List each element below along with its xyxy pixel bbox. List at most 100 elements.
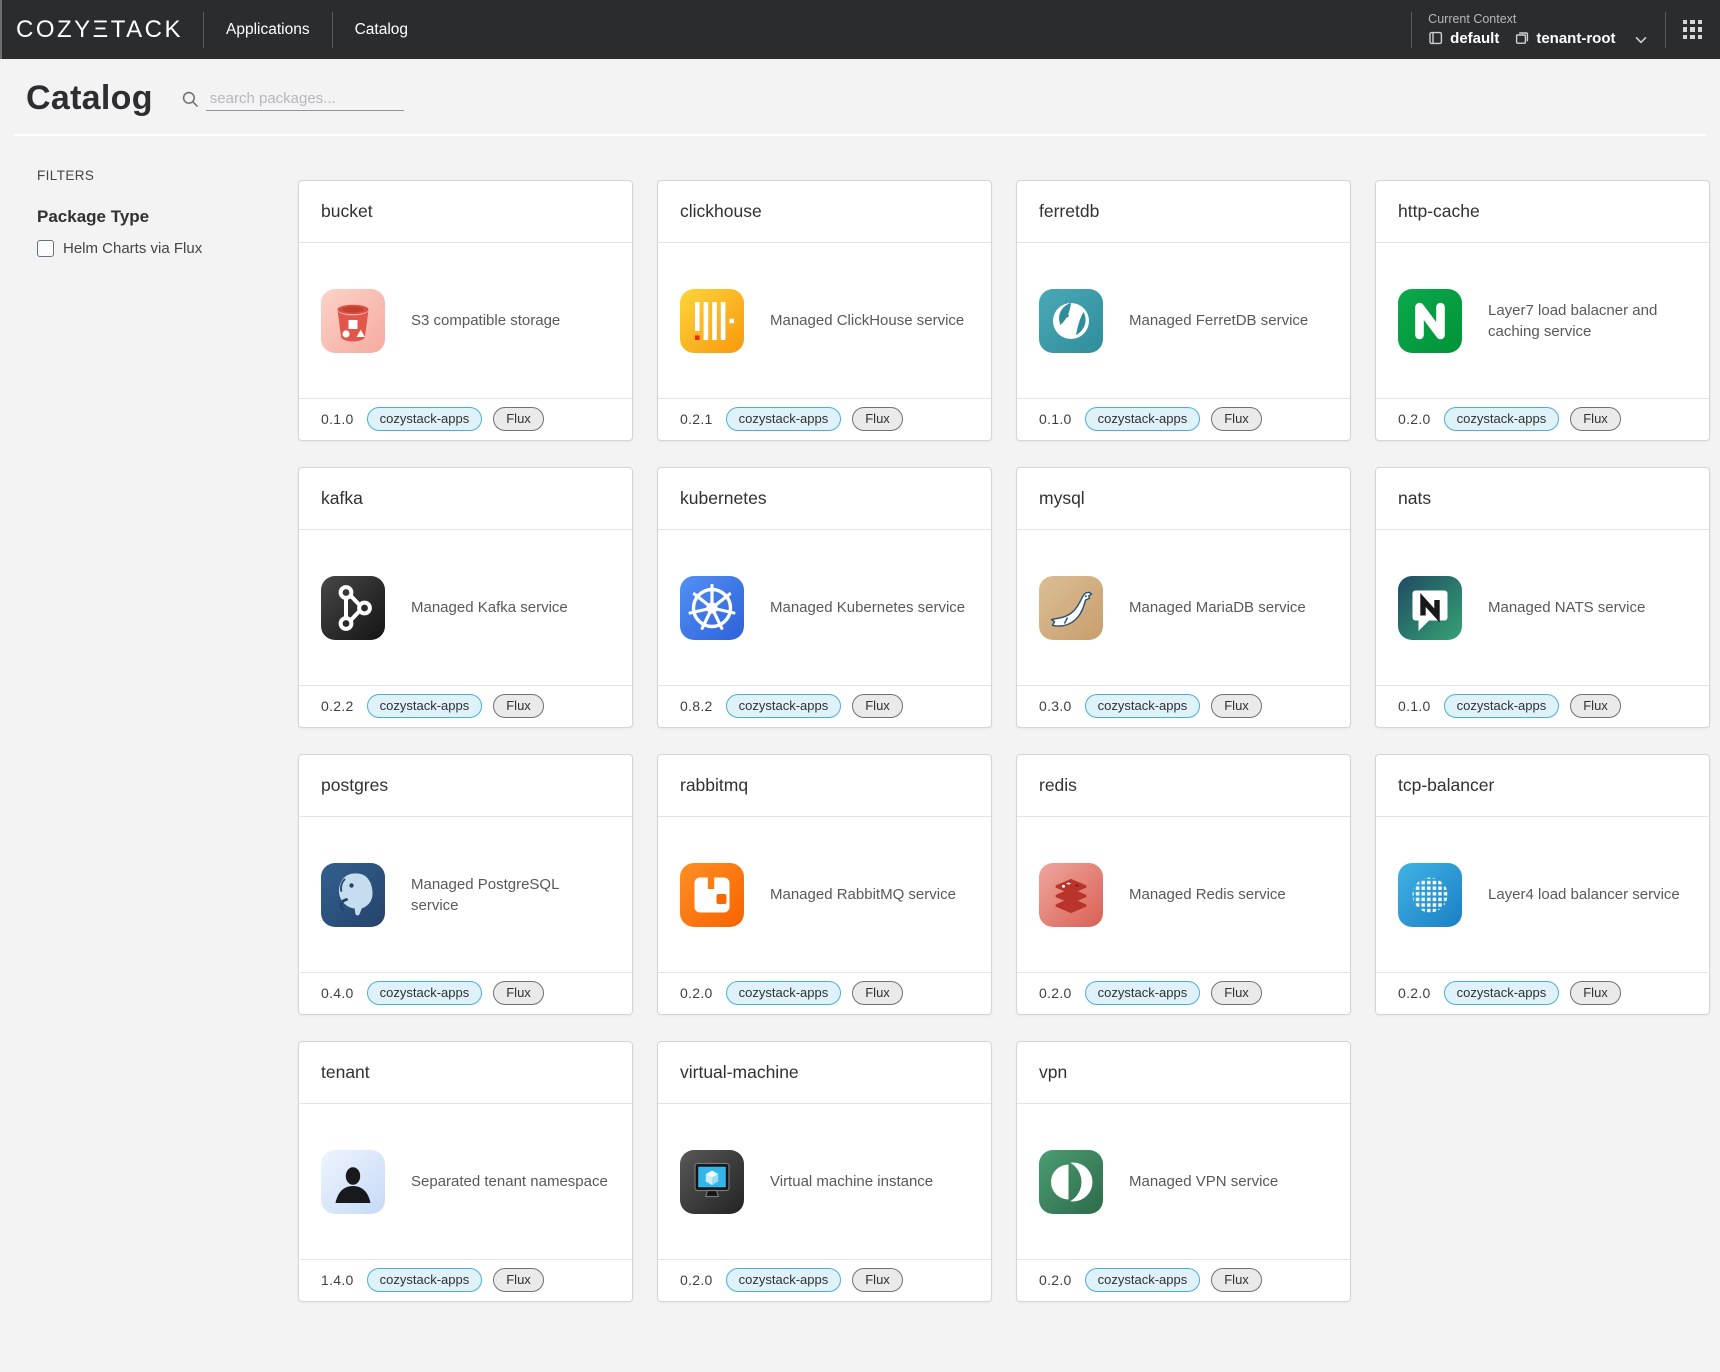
version-label: 0.2.0: [1039, 985, 1072, 1001]
grid-icon: [1683, 20, 1703, 40]
card-body: Managed VPN service: [1017, 1104, 1350, 1259]
filter-option-helm-charts-via-flux[interactable]: Helm Charts via Flux: [37, 240, 278, 257]
card-description: Layer4 load balancer service: [1488, 884, 1680, 905]
card-body: Separated tenant namespace: [299, 1104, 632, 1259]
badge-flux[interactable]: Flux: [1211, 694, 1262, 718]
card-footer: 0.1.0 cozystack-apps Flux: [299, 398, 632, 440]
app-launcher-button[interactable]: [1666, 20, 1720, 40]
card-bucket[interactable]: bucketS3 compatible storage0.1.0cozystac…: [298, 180, 633, 441]
search-input[interactable]: [206, 87, 404, 111]
nav-item-catalog[interactable]: Catalog: [333, 21, 430, 39]
nav-item-applications[interactable]: Applications: [204, 21, 332, 39]
badge-cozystack-apps[interactable]: cozystack-apps: [367, 694, 483, 718]
card-virtual-machine[interactable]: virtual-machineVirtual machine instance0…: [657, 1041, 992, 1302]
version-label: 0.1.0: [321, 411, 354, 427]
context-switcher[interactable]: Current Context default tenant-root: [1412, 12, 1664, 48]
card-title: postgres: [299, 755, 632, 817]
badge-cozystack-apps[interactable]: cozystack-apps: [1444, 981, 1560, 1005]
version-label: 0.1.0: [1398, 698, 1431, 714]
card-body: Managed Kubernetes service: [658, 530, 991, 685]
user-icon: [321, 1150, 385, 1214]
badge-flux[interactable]: Flux: [1211, 1268, 1262, 1292]
version-label: 0.1.0: [1039, 411, 1072, 427]
card-postgres[interactable]: postgresManaged PostgreSQL service0.4.0c…: [298, 754, 633, 1015]
card-description: Layer7 load balacner and caching service: [1488, 300, 1687, 342]
card-kubernetes[interactable]: kubernetesManaged Kubernetes service0.8.…: [657, 467, 992, 728]
badge-flux[interactable]: Flux: [1570, 407, 1621, 431]
chevron-down-icon[interactable]: [1633, 32, 1649, 48]
badge-cozystack-apps[interactable]: cozystack-apps: [367, 407, 483, 431]
badge-cozystack-apps[interactable]: cozystack-apps: [726, 694, 842, 718]
card-footer: 0.1.0 cozystack-apps Flux: [1376, 685, 1709, 727]
nats-icon: [1398, 576, 1462, 640]
card-footer: 0.2.0 cozystack-apps Flux: [1017, 972, 1350, 1014]
card-footer: 0.3.0cozystack-appsFlux: [1017, 685, 1350, 727]
card-mysql[interactable]: mysqlManaged MariaDB service0.3.0cozysta…: [1016, 467, 1351, 728]
card-kafka[interactable]: kafkaManaged Kafka service0.2.2cozystack…: [298, 467, 633, 728]
topbar-left-accent: [0, 0, 2, 59]
badge-cozystack-apps[interactable]: cozystack-apps: [367, 1268, 483, 1292]
badge-cozystack-apps[interactable]: cozystack-apps: [1085, 407, 1201, 431]
badge-flux[interactable]: Flux: [1570, 694, 1621, 718]
badge-flux[interactable]: Flux: [493, 1268, 544, 1292]
badge-cozystack-apps[interactable]: cozystack-apps: [1085, 1268, 1201, 1292]
badge-cozystack-apps[interactable]: cozystack-apps: [1085, 981, 1201, 1005]
card-tcp-balancer[interactable]: tcp-balancerLayer4 load balancer service…: [1375, 754, 1710, 1015]
postgres-elephant-icon: [321, 863, 385, 927]
badge-flux[interactable]: Flux: [1211, 407, 1262, 431]
badge-flux[interactable]: Flux: [852, 407, 903, 431]
ferretdb-icon: [1039, 289, 1103, 353]
filters-heading: FILTERS: [37, 168, 278, 183]
card-rabbitmq[interactable]: rabbitmqManaged RabbitMQ service0.2.0coz…: [657, 754, 992, 1015]
badge-cozystack-apps[interactable]: cozystack-apps: [1444, 407, 1560, 431]
badge-flux[interactable]: Flux: [852, 981, 903, 1005]
card-tenant[interactable]: tenantSeparated tenant namespace1.4.0coz…: [298, 1041, 633, 1302]
context-label: Current Context: [1428, 12, 1648, 26]
card-body: Managed RabbitMQ service: [658, 817, 991, 972]
card-title: nats: [1376, 468, 1709, 530]
card-nats[interactable]: natsManaged NATS service 0.1.0 cozystack-a…: [1375, 467, 1710, 728]
badge-flux[interactable]: Flux: [852, 1268, 903, 1292]
card-description: Managed PostgreSQL service: [411, 874, 610, 916]
card-ferretdb[interactable]: ferretdbManaged FerretDB service0.1.0coz…: [1016, 180, 1351, 441]
context-cluster: default: [1450, 30, 1499, 47]
card-description: Managed Kafka service: [411, 597, 568, 618]
badge-cozystack-apps[interactable]: cozystack-apps: [1444, 694, 1560, 718]
card-footer: 0.2.0cozystack-appsFlux: [658, 1259, 991, 1301]
badge-flux[interactable]: Flux: [852, 694, 903, 718]
cozystack-logo[interactable]: COZYΞTACK: [0, 16, 203, 44]
card-description: Managed FerretDB service: [1129, 310, 1308, 331]
badge-cozystack-apps[interactable]: cozystack-apps: [726, 1268, 842, 1292]
card-footer: 0.1.0 cozystack-apps Flux: [1017, 398, 1350, 440]
badge-cozystack-apps[interactable]: cozystack-apps: [726, 407, 842, 431]
card-clickhouse[interactable]: clickhouseManaged ClickHouse service0.2.…: [657, 180, 992, 441]
version-label: 0.2.0: [680, 985, 713, 1001]
card-title: redis: [1017, 755, 1350, 817]
badge-flux[interactable]: Flux: [493, 694, 544, 718]
badge-cozystack-apps[interactable]: cozystack-apps: [367, 981, 483, 1005]
card-body: Managed Redis service: [1017, 817, 1350, 972]
top-navigation-bar: COZYΞTACK Applications Catalog Current C…: [0, 0, 1720, 59]
cluster-icon: [1428, 30, 1444, 46]
card-body: Managed FerretDB service: [1017, 243, 1350, 398]
badge-flux[interactable]: Flux: [493, 407, 544, 431]
tenant-icon: [1514, 30, 1530, 46]
badge-flux[interactable]: Flux: [493, 981, 544, 1005]
helm-flux-checkbox[interactable]: [37, 240, 54, 257]
card-description: Managed Redis service: [1129, 884, 1286, 905]
badge-cozystack-apps[interactable]: cozystack-apps: [1085, 694, 1201, 718]
card-footer: 0.8.2cozystack-appsFlux: [658, 685, 991, 727]
card-title: mysql: [1017, 468, 1350, 530]
mariadb-seal-icon: [1039, 576, 1103, 640]
badge-flux[interactable]: Flux: [1211, 981, 1262, 1005]
filter-group-title: Package Type: [37, 207, 278, 227]
card-redis[interactable]: redis Managed Redis service 0.2.0 cozystack…: [1016, 754, 1351, 1015]
card-footer: 0.2.2cozystack-appsFlux: [299, 685, 632, 727]
rabbitmq-icon: [680, 863, 744, 927]
card-body: Managed Kafka service: [299, 530, 632, 685]
card-http-cache[interactable]: http-cacheLayer7 load balacner and cachi…: [1375, 180, 1710, 441]
card-vpn[interactable]: vpnManaged VPN service0.2.0cozystack-app…: [1016, 1041, 1351, 1302]
badge-flux[interactable]: Flux: [1570, 981, 1621, 1005]
card-body: Managed NATS service: [1376, 530, 1709, 685]
badge-cozystack-apps[interactable]: cozystack-apps: [726, 981, 842, 1005]
